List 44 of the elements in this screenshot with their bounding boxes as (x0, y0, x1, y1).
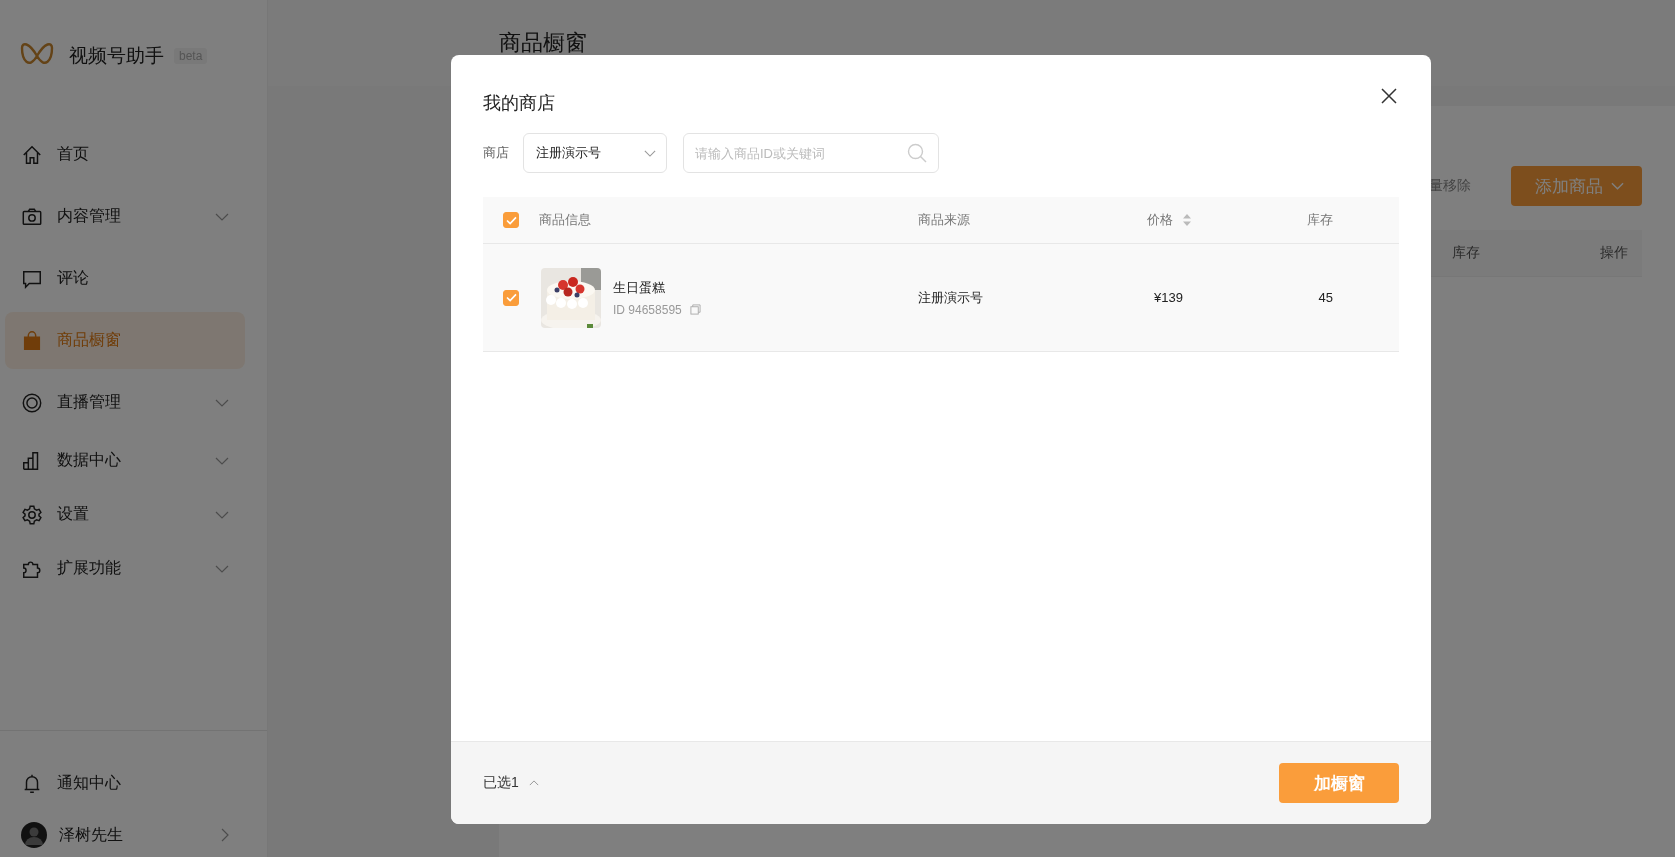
column-header: 操作 (1600, 244, 1628, 262)
menu-item[interactable]: 首页 (5, 126, 245, 183)
dialog-title: 我的商店 (483, 92, 555, 115)
column-header: 商品来源 (918, 211, 971, 229)
table-cell: ¥139 (1154, 290, 1183, 305)
search-icon (907, 143, 927, 163)
menu-item[interactable]: 内容管理 (5, 188, 245, 245)
page-title: 商品橱窗 (499, 29, 587, 57)
chevron-down-icon (1611, 182, 1624, 190)
column-header: 价格 (1147, 211, 1191, 229)
menu-item[interactable]: 直播管理 (5, 374, 245, 431)
ring-icon (21, 391, 43, 414)
user-profile[interactable]: 泽树先生 (5, 817, 245, 853)
menu-item[interactable]: 设置 (5, 490, 245, 539)
settings-icon (21, 503, 43, 526)
home-icon (21, 143, 43, 166)
column-header: 库存 (1307, 211, 1333, 229)
close-icon[interactable] (1381, 88, 1397, 104)
product-name: 生日蛋糕 (613, 278, 666, 297)
bag-icon (21, 329, 43, 352)
store-label: 商店 (483, 144, 509, 162)
table-cell-text: 注册演示号 (918, 288, 984, 307)
select-all-checkbox[interactable] (503, 212, 519, 228)
store-select[interactable]: 注册演示号 (523, 133, 667, 173)
chevron-right-icon (221, 828, 229, 842)
column-header: 库存 (1452, 244, 1480, 262)
notification-center[interactable]: 通知中心 (5, 755, 245, 812)
copy-icon[interactable] (689, 304, 701, 315)
search-field[interactable]: 请输入商品ID或关键词 (683, 133, 939, 173)
chevron-up-icon (528, 780, 539, 786)
sort-icon[interactable] (1183, 214, 1191, 226)
selected-count[interactable]: 已选1 (483, 774, 539, 792)
menu-item[interactable]: 扩展功能 (5, 544, 245, 593)
chevron-down-icon (644, 149, 656, 157)
product-id: ID 94658595 (613, 302, 682, 317)
row-checkbox[interactable] (503, 289, 519, 306)
camera-icon (21, 205, 43, 228)
avatar-icon (21, 822, 47, 848)
table-cell: 45 (1318, 290, 1333, 305)
batch-remove-link[interactable]: 量移除 (1429, 177, 1471, 195)
menu-item[interactable]: 数据中心 (5, 436, 245, 485)
column-header: 商品信息 (539, 211, 592, 229)
menu-item[interactable]: 评论 (5, 250, 245, 307)
app-name: 视频号助手 (69, 44, 164, 68)
